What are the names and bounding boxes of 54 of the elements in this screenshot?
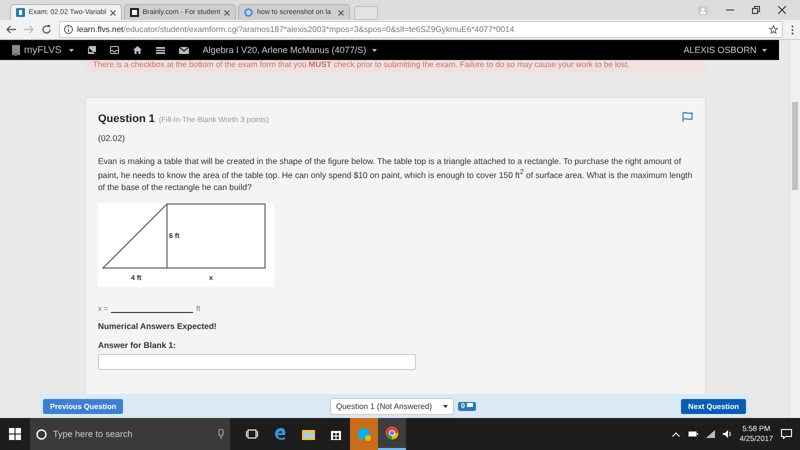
- restore-icon[interactable]: [752, 6, 760, 14]
- reload-icon[interactable]: [42, 25, 51, 34]
- user-menu[interactable]: ALEXIS OSBORN: [683, 45, 767, 55]
- flag-icon: [466, 403, 473, 409]
- caret-icon: [443, 404, 448, 408]
- caret-icon: [372, 49, 377, 52]
- answer-label: Answer for Blank 1:: [98, 340, 177, 350]
- flag-icon[interactable]: [682, 112, 693, 122]
- envelope-icon[interactable]: [178, 46, 189, 54]
- taskbar-search-field[interactable]: Type here to search: [30, 418, 230, 450]
- shopping-bag-icon: [330, 428, 342, 440]
- book-logo-icon: [12, 44, 20, 56]
- scrollbar[interactable]: [789, 40, 800, 418]
- book-icon[interactable]: [88, 46, 96, 54]
- notification-icon[interactable]: [781, 429, 792, 439]
- question-select[interactable]: Question 1 (Not Answered): [330, 398, 454, 414]
- browser-e-icon: [274, 428, 286, 440]
- inbox-icon[interactable]: [110, 46, 119, 54]
- speaker-icon[interactable]: [722, 430, 732, 438]
- windows-logo-icon[interactable]: [9, 428, 21, 440]
- s-logo-icon: [357, 427, 371, 441]
- lesson-code: (02.02): [98, 133, 126, 143]
- wifi-icon[interactable]: [706, 430, 715, 438]
- circle-icon: [36, 428, 47, 440]
- chrome-logo-icon: [385, 426, 399, 440]
- course-menu[interactable]: Algebra I V20, Arlene McManus (4077/S): [202, 45, 377, 55]
- answer-field[interactable]: [98, 354, 416, 370]
- taskbar-app[interactable]: [378, 418, 406, 450]
- tab-logo-icon: [16, 8, 25, 17]
- address-field[interactable]: learn.flvs.net/educator/student/examform.cgi?aramos187*alexis2003*mpos=3&spos=0&slt=te6SZ9GykmuE6*4077*0014: [59, 21, 783, 38]
- question-title: Question 1: [98, 113, 155, 125]
- menu-icon[interactable]: [791, 24, 794, 34]
- close-icon[interactable]: [110, 10, 116, 16]
- tab-logo-icon: [130, 8, 139, 17]
- brand-menu[interactable]: myFLVS: [12, 44, 74, 56]
- google-logo-icon: [244, 8, 253, 17]
- caret-icon: [762, 49, 767, 52]
- task-view-icon: [246, 429, 258, 439]
- close-icon[interactable]: [338, 10, 344, 16]
- list-icon[interactable]: [156, 46, 165, 54]
- folder-icon: [302, 428, 314, 440]
- microphone-icon[interactable]: [218, 429, 224, 439]
- home-icon[interactable]: [132, 46, 142, 54]
- warning-banner: There is a checkbox at the bottom of the exam form that you MUST check prior to submitting the exam. Failure to do so may cause your work to be lost.: [85, 60, 706, 73]
- close-icon[interactable]: [778, 6, 786, 14]
- chevron-up-icon[interactable]: [672, 432, 680, 436]
- question-text: Evan is making a table that will be created in the shape of the figure below. The table top is a triangle attached to a rectangle. To purchase the right amount of paint, he needs to know the area of the table top. He can only spend $10 on paint, which is enough to cover 150 ft$^{2}$ of surface area. What is the maximum length of the base of the rectangle he can build?: [98, 155, 693, 193]
- back-arrow-icon[interactable]: [6, 25, 16, 34]
- battery-icon[interactable]: [688, 431, 698, 437]
- star-icon[interactable]: [769, 25, 778, 34]
- info-icon: [64, 25, 73, 34]
- caret-icon: [68, 48, 74, 52]
- close-icon[interactable]: [224, 10, 230, 16]
- instruction-text: Numerical Answers Expected!: [98, 320, 218, 331]
